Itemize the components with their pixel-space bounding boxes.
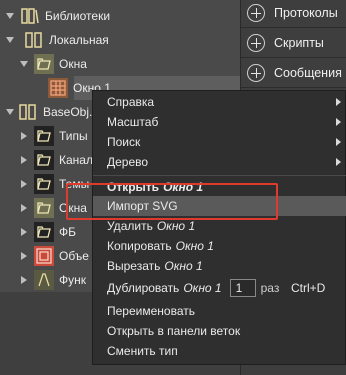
tree-item-fb[interactable]: ФБ (18, 220, 76, 244)
window-icon (48, 78, 68, 98)
collapsed-arrow-icon[interactable] (18, 202, 30, 214)
menu-item-tree[interactable]: Дерево (93, 152, 346, 172)
expand-arrow-icon[interactable] (4, 106, 16, 118)
menu-item-label: Сменить тип (107, 344, 178, 358)
collapsed-arrow-icon[interactable] (18, 178, 30, 190)
tree-item-local[interactable]: Локальная (4, 28, 109, 52)
tree-item-types[interactable]: Типы (18, 124, 88, 148)
folder-icon (34, 126, 54, 146)
function-icon (34, 270, 54, 290)
menu-item-cut[interactable]: Вырезать Окно 1 (93, 256, 346, 276)
scripts-label: Скрипты (274, 36, 324, 50)
protocols-label: Протоколы (274, 6, 338, 20)
submenu-arrow-icon (336, 98, 341, 106)
submenu-arrow-icon (336, 138, 341, 146)
menu-item-label: Копировать (107, 239, 172, 253)
divider (241, 27, 346, 28)
tree-item-label: Канал (59, 153, 93, 167)
expand-arrow-icon[interactable] (4, 34, 16, 46)
menu-item-label: Вырезать (107, 259, 161, 273)
menu-item-help[interactable]: Справка (93, 92, 346, 112)
tree-item-label: Локальная (49, 33, 109, 47)
menu-item-label: Дублировать (107, 281, 180, 295)
tree-item-label: Библиотеки (45, 9, 111, 23)
duplicate-shortcut: Ctrl+D (291, 281, 326, 295)
tree-item-label: Функ (59, 273, 86, 287)
context-menu: Справка Масштаб Поиск Дерево Открыть Окн… (92, 90, 346, 365)
collapsed-arrow-icon[interactable] (18, 250, 30, 262)
tree-item-label: Окна (59, 57, 87, 71)
expand-arrow-icon[interactable] (4, 10, 16, 22)
menu-item-label: Масштаб (107, 115, 159, 129)
object-icon (34, 246, 54, 266)
folder-icon (34, 174, 54, 194)
folder-icon (34, 150, 54, 170)
duplicate-unit-label: раз (260, 281, 280, 295)
menu-item-label: Удалить (107, 219, 153, 233)
local-library-icon (24, 30, 44, 50)
menu-item-label: Справка (107, 95, 155, 109)
tree-item-label: Типы (59, 129, 88, 143)
submenu-arrow-icon (336, 118, 341, 126)
tree-item-objects[interactable]: Объе (18, 244, 89, 268)
menu-item-rename[interactable]: Переименовать (93, 301, 346, 321)
protocols-button[interactable]: Протоколы (247, 0, 346, 26)
menu-item-copy[interactable]: Копировать Окно 1 (93, 236, 346, 256)
collapsed-arrow-icon[interactable] (18, 226, 30, 238)
messages-button[interactable]: Сообщения (247, 60, 346, 86)
menu-item-change-type[interactable]: Сменить тип (93, 341, 346, 361)
tree-item-label: Объе (59, 249, 89, 263)
menu-item-label: Открыть в панели веток (107, 324, 241, 338)
highlight-annotation-box (66, 183, 278, 220)
menu-item-label: Дерево (107, 155, 149, 169)
plus-icon (247, 34, 265, 52)
scripts-button[interactable]: Скрипты (247, 30, 346, 56)
tree-item-baseobj[interactable]: BaseObj... (4, 100, 99, 124)
menu-item-target: Окно 1 (175, 239, 214, 253)
collapsed-arrow-icon[interactable] (18, 274, 30, 286)
menu-item-target: Окно 1 (156, 219, 196, 233)
base-library-icon (18, 102, 38, 122)
messages-label: Сообщения (274, 66, 342, 80)
expand-arrow-icon[interactable] (18, 58, 30, 70)
menu-item-label: Переименовать (107, 304, 195, 318)
tree-item-libraries[interactable]: Библиотеки (4, 4, 110, 28)
tree-item-label: BaseObj... (43, 105, 100, 119)
folder-icon (34, 54, 54, 74)
folder-icon (34, 222, 54, 242)
divider (241, 87, 346, 88)
menu-item-label: Поиск (107, 135, 141, 149)
folder-icon (34, 198, 54, 218)
menu-item-zoom[interactable]: Масштаб (93, 112, 346, 132)
submenu-arrow-icon (336, 158, 341, 166)
plus-icon (247, 64, 265, 82)
menu-item-target: Окно 1 (183, 281, 222, 295)
collapsed-arrow-icon[interactable] (18, 130, 30, 142)
menu-item-open-in-branch-panel[interactable]: Открыть в панели веток (93, 321, 346, 341)
menu-separator (93, 175, 346, 176)
library-icon (20, 6, 40, 26)
collapsed-arrow-icon[interactable] (18, 154, 30, 166)
tree-item-windows-folder[interactable]: Окна (18, 52, 87, 76)
divider (241, 57, 346, 58)
plus-icon (247, 4, 265, 22)
menu-item-search[interactable]: Поиск (93, 132, 346, 152)
duplicate-count-field[interactable]: 1 (229, 279, 256, 297)
tree-item-channels[interactable]: Канал (18, 148, 93, 172)
menu-item-target: Окно 1 (164, 259, 203, 273)
tree-item-functions[interactable]: Функ (18, 268, 86, 292)
tree-item-label: ФБ (59, 225, 76, 239)
menu-item-duplicate[interactable]: Дублировать Окно 1 1 раз Ctrl+D (93, 277, 346, 299)
